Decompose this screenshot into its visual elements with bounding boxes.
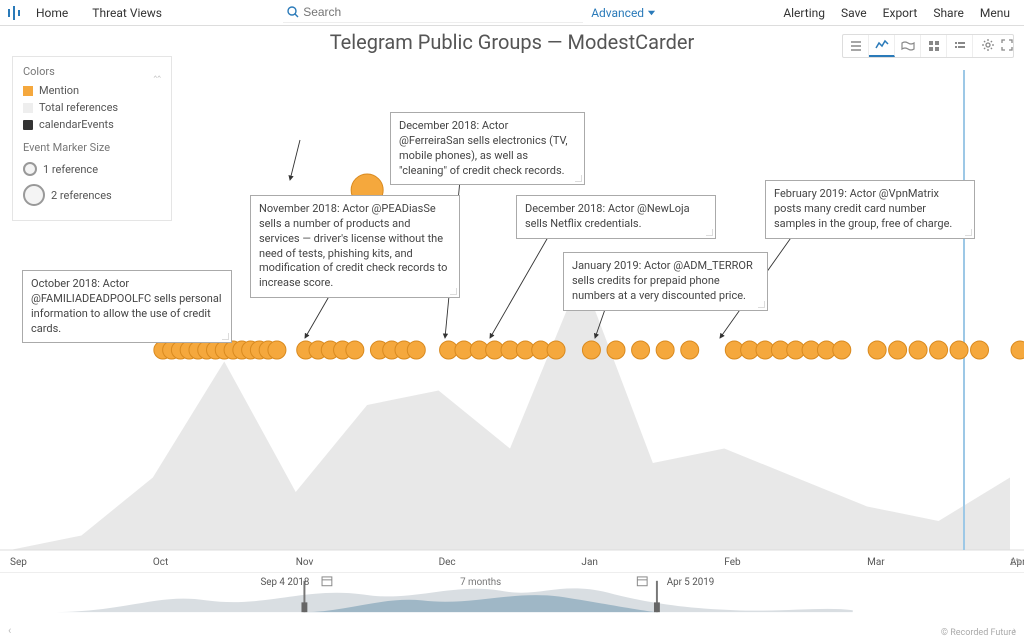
callout-oct2018: October 2018: Actor @FAMILIADEADPOOLFC s… [22,270,232,343]
mention-marker[interactable] [909,341,927,359]
search-input[interactable] [283,3,583,23]
mention-marker[interactable] [950,341,968,359]
chart-title: Telegram Public Groups — ModestCarder [0,30,1024,54]
caret-down-icon [647,8,656,17]
mention-marker[interactable] [268,341,286,359]
mention-marker[interactable] [889,341,907,359]
y-axis-pct-label: 2% [1010,558,1022,568]
mention-marker[interactable] [547,341,565,359]
nav-alerting[interactable]: Alerting [775,2,833,24]
mention-marker[interactable] [656,341,674,359]
svg-text:Dec: Dec [439,557,456,568]
callout-dec2018b: December 2018: Actor @NewLoja sells Netf… [516,195,716,239]
nav-home[interactable]: Home [26,2,78,24]
brush-start-date: Sep 4 2018 [260,577,309,588]
advanced-label: Advanced [591,6,644,20]
right-links: Alerting Save Export Share Menu [775,2,1018,24]
app-logo-icon [6,5,22,21]
callout-feb2019: February 2019: Actor @VpnMatrix posts ma… [765,180,975,239]
search-wrap: Advanced [176,3,771,23]
mention-marker[interactable] [833,341,851,359]
search-icon [287,6,299,21]
mention-marker[interactable] [407,341,425,359]
top-nav: Home Threat Views Advanced Alerting Save… [0,0,1024,26]
mention-marker[interactable] [971,341,989,359]
nav-save[interactable]: Save [833,2,875,24]
callout-nov2018: November 2018: Actor @PEADiasSe sells a … [250,195,460,298]
callout-jan2019: January 2019: Actor @ADM_TERROR sells cr… [563,252,768,311]
mention-marker[interactable] [1011,341,1024,359]
svg-text:Feb: Feb [724,557,741,568]
mention-marker[interactable] [632,341,650,359]
svg-text:Sep: Sep [10,557,27,568]
mention-marker[interactable] [346,341,364,359]
mention-marker[interactable] [607,341,625,359]
svg-text:Nov: Nov [296,557,314,568]
svg-text:Oct: Oct [153,557,168,568]
mention-marker[interactable] [582,341,600,359]
mention-marker[interactable] [681,341,699,359]
svg-text:Mar: Mar [867,557,885,568]
mention-marker[interactable] [868,341,886,359]
nav-threat-views[interactable]: Threat Views [82,2,172,24]
brush-span-label: 7 months [460,577,501,588]
nav-menu[interactable]: Menu [972,2,1018,24]
time-brush[interactable]: Sep 4 2018 Apr 5 2019 7 months [0,572,1024,620]
brush-prev-arrow-icon[interactable]: ‹ [8,624,11,636]
advanced-toggle[interactable]: Advanced [583,6,664,20]
mention-marker[interactable] [930,341,948,359]
footer-brand: © Recorded Future [941,628,1016,638]
brush-end-date: Apr 5 2019 [667,577,715,588]
nav-share[interactable]: Share [925,2,972,24]
callout-dec2018a: December 2018: Actor @FerreiraSan sells … [390,112,585,185]
svg-text:Jan: Jan [581,557,597,568]
nav-export[interactable]: Export [875,2,926,24]
